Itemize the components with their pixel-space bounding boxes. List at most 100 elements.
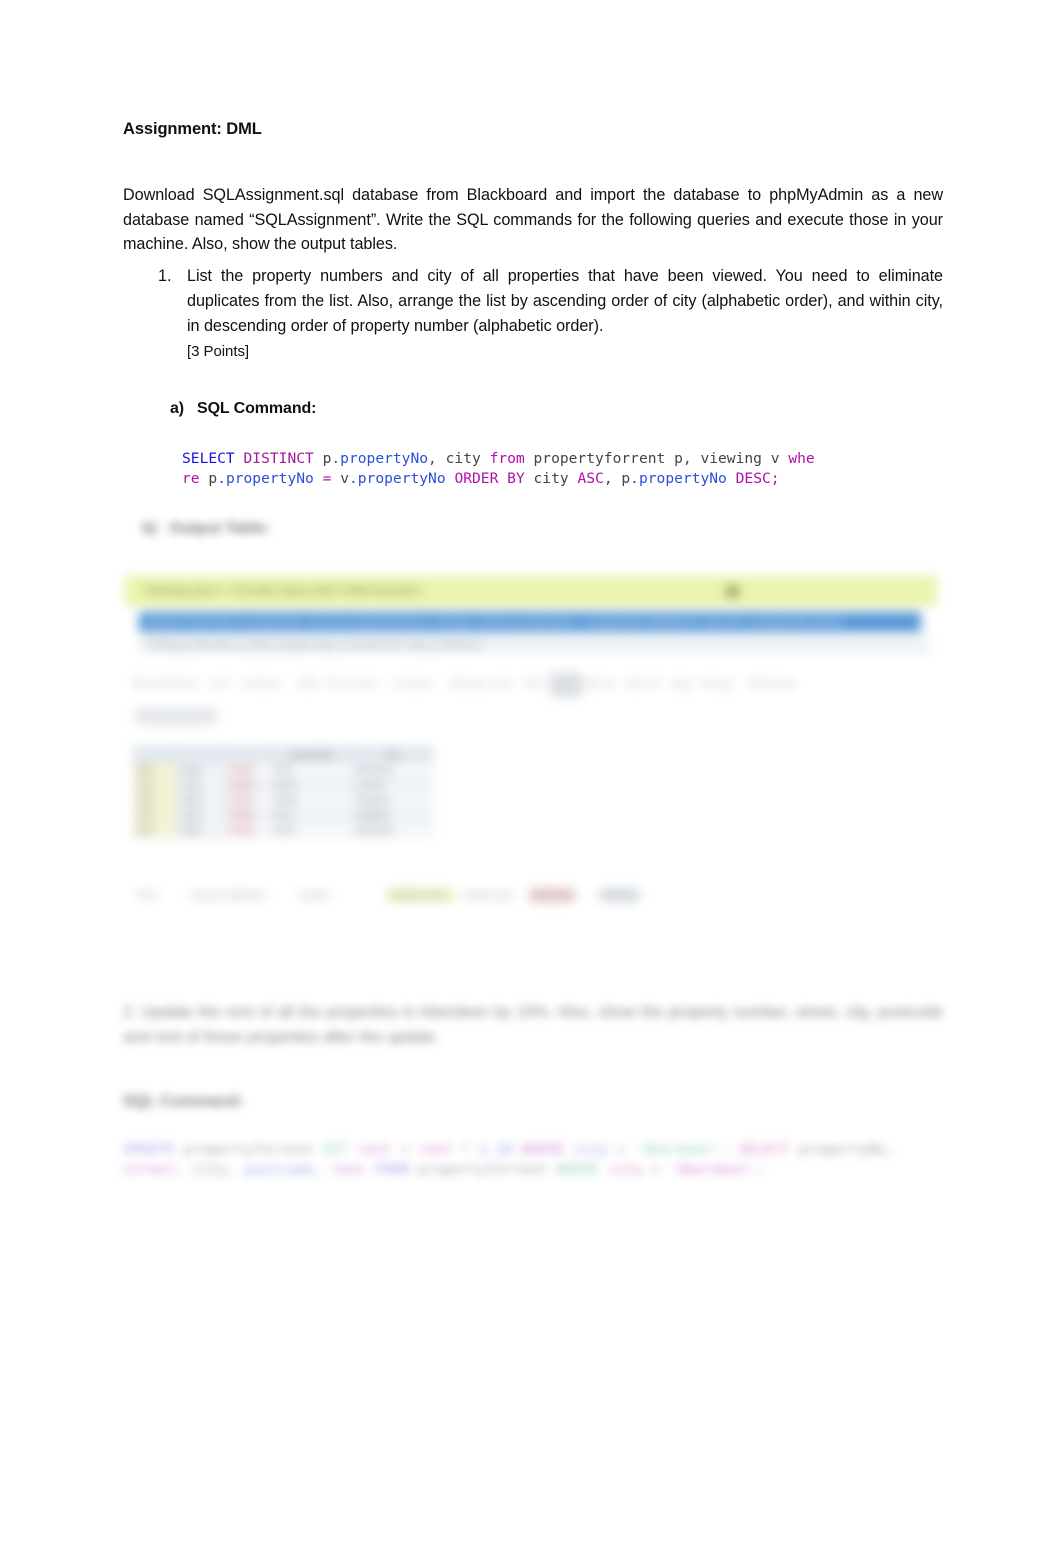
table-row: Edit Copy Delete PG4 Glasgow <box>133 807 433 823</box>
sql-token: v <box>331 470 349 487</box>
action-refresh[interactable]: Refresh <box>603 890 636 901</box>
sql-token: propertyforrent <box>417 1162 557 1178</box>
table-cell-edit[interactable]: Edit <box>133 807 177 823</box>
action-copy-to-clipboard[interactable]: Copy to clipboard <box>191 890 265 901</box>
sql-token: propertyforrent p, viewing v <box>524 450 789 467</box>
sql-token: SELECT <box>738 1142 799 1158</box>
action-print[interactable]: Print <box>137 890 157 901</box>
table-cell-propertyNo: PG36 <box>270 792 353 808</box>
question-list: 1. List the property numbers and city of… <box>123 264 943 365</box>
table-cell-edit[interactable]: Edit <box>133 762 177 778</box>
sql-token: .propertyNo <box>348 470 446 487</box>
table-cell-delete[interactable]: Delete <box>225 777 272 793</box>
table-cell-edit[interactable]: Edit <box>133 792 177 808</box>
question-2-sql-heading: SQL Command: <box>123 1093 244 1110</box>
sql-token: propertyNo, <box>798 1142 903 1158</box>
table-cell-copy[interactable]: Copy <box>175 762 227 778</box>
sql-token: 'Aberdeen'; <box>634 1142 739 1158</box>
sql-command-question-2: UPDATE propertyforrent SET rent = rent *… <box>123 1140 943 1180</box>
table-column-header[interactable] <box>133 746 177 763</box>
results-toolbar-text: Number of rows: 25 Filter rows: Search t… <box>135 678 799 690</box>
sql-token: ASC <box>577 470 604 487</box>
question-1: 1. List the property numbers and city of… <box>123 264 943 365</box>
page-title: Assignment: DML <box>123 120 262 138</box>
action-bookmark[interactable]: Bookmark <box>533 890 576 901</box>
question-2-text: 2. Update the rent of all the properties… <box>123 1004 943 1046</box>
sql-token: propertyforrent <box>183 1142 323 1158</box>
query-success-text: Showing rows 0 - 8 (9 total, Query took … <box>144 585 422 597</box>
executed-sql-bar: SELECT DISTINCT p.propertyNo, city from … <box>139 612 921 632</box>
options-button[interactable] <box>135 708 217 725</box>
sort-key-select[interactable] <box>551 673 581 697</box>
query-success-banner: Showing rows 0 - 8 (9 total, Query took … <box>125 576 937 606</box>
table-cell-copy[interactable]: Copy <box>175 807 227 823</box>
question-1-text: List the property numbers and city of al… <box>187 267 943 335</box>
sql-token: ; <box>770 470 780 487</box>
table-cell-delete[interactable]: Delete <box>225 807 272 823</box>
part-a-label: SQL Command: <box>197 400 317 417</box>
table-cell-copy[interactable]: Copy <box>175 777 227 793</box>
sql-token: .propertyNo <box>217 470 314 487</box>
part-b-heading: b) Output Table: <box>142 520 271 538</box>
table-cell-propertyNo: PG4 <box>270 807 353 823</box>
sql-token: 1.10 <box>478 1142 522 1158</box>
sql-token: DISTINCT <box>243 450 314 467</box>
action-display-chart[interactable]: Display chart <box>391 890 446 901</box>
sql-token: = <box>651 1162 669 1178</box>
table-column-header[interactable] <box>175 746 227 763</box>
sql-command-question-1: SELECT DISTINCT p.propertyNo, city from … <box>182 449 944 489</box>
table-cell-city: Aberdeen <box>351 762 433 778</box>
document-page: Assignment: DML Download SQLAssignment.s… <box>0 0 1062 1556</box>
action-create-view[interactable]: Create view <box>463 890 513 901</box>
sql-token: UPDATE <box>123 1142 184 1158</box>
sql-token: postcode, <box>244 1162 331 1178</box>
table-cell-propertyNo: PA14 <box>270 822 353 838</box>
sql-token: WHERE <box>556 1162 609 1178</box>
sql-token: SET <box>322 1142 357 1158</box>
sql-token: rent <box>417 1142 461 1158</box>
sql-token: rent <box>330 1162 375 1178</box>
action-export[interactable]: Export <box>301 890 328 901</box>
part-a-letter: a) <box>170 400 185 417</box>
table-column-header[interactable]: city <box>351 746 433 763</box>
table-row: Edit Copy Delete PA14 Aberdeen <box>133 822 433 838</box>
table-cell-city: Glasgow <box>351 807 433 823</box>
part-b-label: Output Table: <box>169 520 271 537</box>
sql-token: , p <box>603 470 631 487</box>
table-header-row: propertyNo city <box>133 746 433 763</box>
table-column-header[interactable] <box>225 746 272 763</box>
sql-token: WHERE <box>521 1142 574 1158</box>
intro-paragraph: Download SQLAssignment.sql database from… <box>123 186 943 253</box>
table-cell-edit[interactable]: Edit <box>133 822 177 838</box>
table-cell-city: Aberdeen <box>351 822 433 838</box>
results-action-bar[interactable]: Print Copy to clipboard Export Display char… <box>133 884 640 908</box>
sql-token: SELECT <box>182 450 235 467</box>
table-cell-propertyNo: PL94 <box>270 777 353 793</box>
table-column-header[interactable]: propertyNo <box>270 746 353 763</box>
sql-token: .propertyNo <box>331 450 429 467</box>
info-circle-icon <box>726 585 739 598</box>
sql-token: = <box>616 1142 635 1158</box>
question-1-points: [3 Points] <box>187 343 250 360</box>
sql-token: , city <box>428 450 490 467</box>
table-cell-copy[interactable]: Copy <box>175 822 227 838</box>
sql-token: FROM <box>374 1162 418 1178</box>
sql-token: city <box>573 1142 617 1158</box>
table-cell-delete[interactable]: Delete <box>225 822 272 838</box>
executed-sql-text: SELECT DISTINCT p.propertyNo, city from … <box>147 616 846 628</box>
table-row: Edit Copy Delete PL94 London <box>133 777 433 793</box>
sql-token: rent <box>356 1142 401 1158</box>
sql-token: * <box>460 1142 479 1158</box>
part-a-heading: a) SQL Command: <box>170 400 317 418</box>
table-cell-delete[interactable]: Delete <box>225 792 272 808</box>
table-cell-edit[interactable]: Edit <box>133 777 177 793</box>
table-body: Edit Copy Delete PG4 Aberdeen Edit Copy Delete P… <box>133 762 433 838</box>
table-cell-copy[interactable]: Copy <box>175 792 227 808</box>
table-cell-city: Glasgow <box>351 792 433 808</box>
table-cell-delete[interactable]: Delete <box>225 762 272 778</box>
table-cell-propertyNo: PG4 <box>270 762 353 778</box>
query-actions-bar[interactable]: Profiling [ Edit inline ] [ Edit ] [ Exp… <box>139 636 929 653</box>
